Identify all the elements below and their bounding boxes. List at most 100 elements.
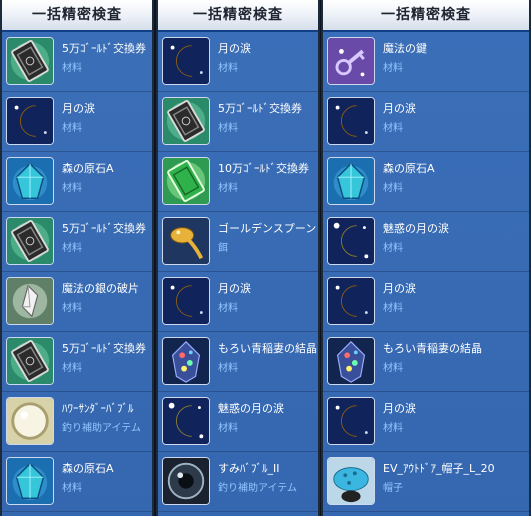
list-item[interactable]: 5万ｺﾞｰﾙﾄﾞ交換券 材料 (2, 212, 152, 272)
item-name: 森の原石A (62, 462, 114, 475)
divider (323, 511, 529, 512)
item-name: ゴールデンスプーン (218, 222, 317, 235)
list-item[interactable]: 森の原石A 材料 (323, 152, 529, 212)
item-category: 釣り補助アイテム (62, 423, 141, 434)
item-category: 材料 (383, 183, 403, 194)
item-name: 森の原石A (62, 162, 114, 175)
item-category: 材料 (383, 423, 403, 434)
item-category: 材料 (383, 303, 403, 314)
golden-spoon-icon (162, 217, 210, 265)
list-item[interactable]: 月の涙 材料 (2, 92, 152, 152)
green-ticket-icon (162, 157, 210, 205)
divider (158, 511, 318, 512)
forest-gem-icon (6, 157, 54, 205)
gold-ticket-icon (6, 37, 54, 85)
item-category: 材料 (218, 183, 238, 194)
item-name: 月の涙 (218, 282, 251, 295)
moon-tear-icon (327, 277, 375, 325)
item-name: 森の原石A (383, 162, 435, 175)
item-name: 月の涙 (383, 282, 416, 295)
divider (2, 511, 152, 512)
item-category: 材料 (218, 63, 238, 74)
item-name: もろい青稲妻の結晶 (383, 342, 482, 355)
item-category: 材料 (62, 63, 82, 74)
item-category: 帽子 (383, 483, 403, 494)
item-name: 月の涙 (383, 402, 416, 415)
gold-ticket-icon (6, 217, 54, 265)
gold-ticket-icon (162, 97, 210, 145)
item-name: 魔法の銀の破片 (62, 282, 139, 295)
moon-tear-icon (162, 277, 210, 325)
inspection-panel-2: 一括精密検査 月の涙 材料 5万ｺﾞｰﾙﾄﾞ交換券 材料 10万ｺﾞｰﾙﾄﾞ交換券 材料ゴ… (156, 0, 320, 516)
list-item[interactable]: すみﾊﾞﾌﾞﾙ_II 釣り補助アイテム (158, 452, 318, 512)
list-item[interactable]: 5万ｺﾞｰﾙﾄﾞ交換券 材料 (2, 32, 152, 92)
list-item[interactable]: ﾊﾜｰｻﾝﾀﾞｰﾊﾞﾌﾞﾙ 釣り補助アイテム (2, 392, 152, 452)
item-name: 魅惑の月の涙 (383, 222, 449, 235)
item-category: 材料 (62, 123, 82, 134)
list-item[interactable]: 月の涙 材料 (323, 272, 529, 332)
item-category: 材料 (383, 123, 403, 134)
moon-tear-icon (327, 97, 375, 145)
item-category: 材料 (218, 303, 238, 314)
item-name: 5万ｺﾞｰﾙﾄﾞ交換券 (62, 42, 146, 55)
item-name: 魅惑の月の涙 (218, 402, 284, 415)
list-item[interactable]: 月の涙 材料 (323, 92, 529, 152)
item-category: 餌 (218, 243, 228, 254)
item-name: 魔法の鍵 (383, 42, 427, 55)
list-item[interactable]: 10万ｺﾞｰﾙﾄﾞ交換券 材料 (158, 152, 318, 212)
panel-title: 一括精密検査 (323, 0, 529, 32)
item-category: 材料 (62, 303, 82, 314)
item-list: 月の涙 材料 5万ｺﾞｰﾙﾄﾞ交換券 材料 10万ｺﾞｰﾙﾄﾞ交換券 材料 ゴールデンスプー… (158, 32, 318, 512)
item-category: 材料 (218, 423, 238, 434)
list-item[interactable]: もろい青稲妻の結晶 材料 (323, 332, 529, 392)
item-list: 5万ｺﾞｰﾙﾄﾞ交換券 材料 月の涙 材料 森の原石A 材料 5万ｺﾞｰﾙﾄﾞ交換券 材料 魔法… (2, 32, 152, 512)
list-item[interactable]: 魅惑の月の涙 材料 (323, 212, 529, 272)
blue-hat-icon (327, 457, 375, 505)
item-category: 材料 (383, 63, 403, 74)
list-item[interactable]: 月の涙 材料 (158, 32, 318, 92)
list-item[interactable]: 月の涙 材料 (158, 272, 318, 332)
list-item[interactable]: 魅惑の月の涙 材料 (158, 392, 318, 452)
list-item[interactable]: 5万ｺﾞｰﾙﾄﾞ交換券 材料 (158, 92, 318, 152)
moon-tear-icon (327, 397, 375, 445)
item-name: 10万ｺﾞｰﾙﾄﾞ交換券 (218, 162, 309, 175)
item-category: 材料 (62, 183, 82, 194)
item-category: 材料 (62, 243, 82, 254)
moon-tear-icon (6, 97, 54, 145)
item-name: 5万ｺﾞｰﾙﾄﾞ交換券 (218, 102, 302, 115)
list-item[interactable]: EV_ｱｳﾄﾄﾞｱ_帽子_L_20 帽子 (323, 452, 529, 512)
magic-key-icon (327, 37, 375, 85)
item-name: 月の涙 (218, 42, 251, 55)
item-name: 5万ｺﾞｰﾙﾄﾞ交換券 (62, 222, 146, 235)
item-name: 5万ｺﾞｰﾙﾄﾞ交換券 (62, 342, 146, 355)
panel-title: 一括精密検査 (2, 0, 152, 32)
silver-shard-icon (6, 277, 54, 325)
item-category: 材料 (218, 363, 238, 374)
item-category: 材料 (383, 363, 403, 374)
list-item[interactable]: 森の原石A 材料 (2, 452, 152, 512)
charm-moon-tear-icon (162, 397, 210, 445)
list-item[interactable]: もろい青稲妻の結晶 材料 (158, 332, 318, 392)
item-category: 釣り補助アイテム (218, 483, 297, 494)
forest-gem-icon (6, 457, 54, 505)
moon-tear-icon (162, 37, 210, 85)
item-name: 月の涙 (383, 102, 416, 115)
inspection-panel-1: 一括精密検査 5万ｺﾞｰﾙﾄﾞ交換券 材料 月の涙 材料 森の原石A 材料 5万ｺﾞｰﾙﾄﾞ… (0, 0, 154, 516)
list-item[interactable]: 森の原石A 材料 (2, 152, 152, 212)
list-item[interactable]: 月の涙 材料 (323, 392, 529, 452)
item-name: すみﾊﾞﾌﾞﾙ_II (218, 462, 280, 475)
list-item[interactable]: 5万ｺﾞｰﾙﾄﾞ交換券 材料 (2, 332, 152, 392)
item-category: 材料 (62, 483, 82, 494)
item-category: 材料 (383, 243, 403, 254)
list-item[interactable]: 魔法の鍵 材料 (323, 32, 529, 92)
item-category: 材料 (62, 363, 82, 374)
ink-bubble-icon (162, 457, 210, 505)
item-category: 材料 (218, 123, 238, 134)
charm-moon-tear-icon (327, 217, 375, 265)
gold-ticket-icon (6, 337, 54, 385)
item-list: 魔法の鍵 材料 月の涙 材料 森の原石A 材料 魅惑の月の涙 材料 月の涙 材料 もろい青稲妻の結晶… (323, 32, 529, 512)
inspection-panel-3: 一括精密検査 魔法の鍵 材料 月の涙 材料 森の原石A 材料 魅惑の月の涙 材料 月の涙 材料 もろ… (321, 0, 531, 516)
lightning-crystal-icon (162, 337, 210, 385)
list-item[interactable]: 魔法の銀の破片 材料 (2, 272, 152, 332)
list-item[interactable]: ゴールデンスプーン餌 (158, 212, 318, 272)
